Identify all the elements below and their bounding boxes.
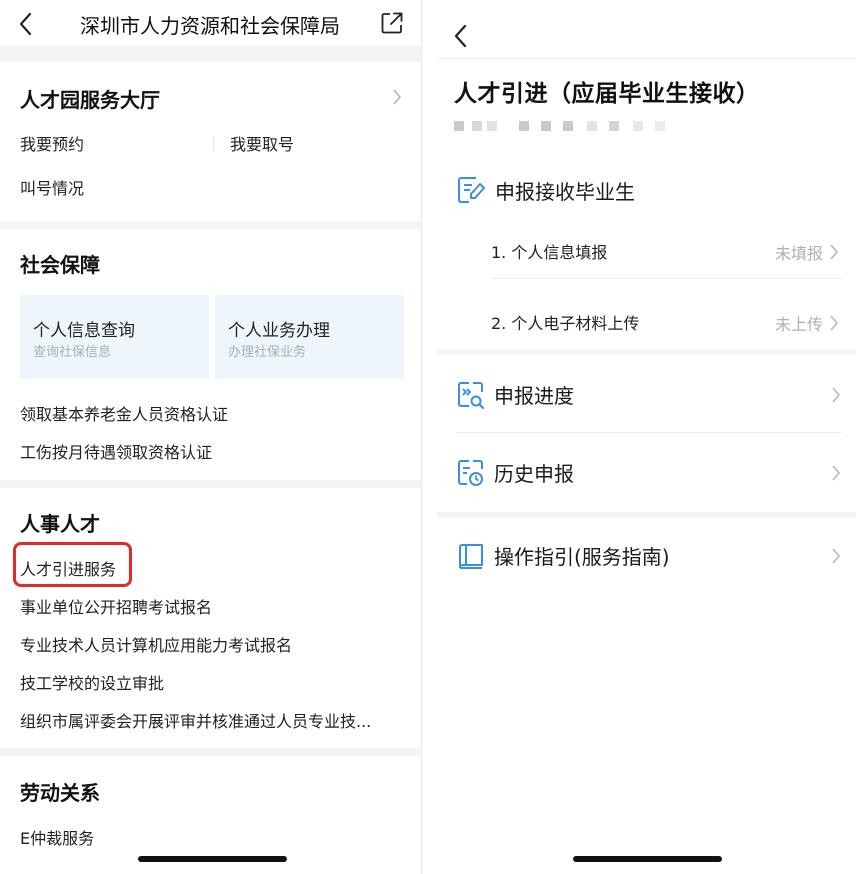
header-divider (437, 58, 856, 59)
injury-certification-link[interactable]: 工伤按月待遇领取资格认证 (20, 439, 212, 463)
chevron-right-icon (832, 387, 841, 403)
talent-introduction-link[interactable]: 人才引进服务 (20, 556, 116, 580)
chevron-right-icon[interactable] (392, 88, 402, 106)
pension-certification-link[interactable]: 领取基本养老金人员资格认证 (20, 401, 228, 425)
chevron-right-icon (832, 465, 841, 481)
history-applications-row[interactable]: 历史申报 (456, 443, 841, 501)
history-label: 历史申报 (494, 462, 574, 486)
card-subtitle: 查询社保信息 (33, 345, 112, 360)
chevron-right-icon (830, 244, 839, 260)
left-screen: 深圳市人力资源和社会保障局 人才园服务大厅 我要预约 我要取号 叫号情况 社会保… (0, 0, 422, 874)
hr-talent-title: 人事人才 (20, 512, 100, 536)
apply-graduates-label: 申报接收毕业生 (495, 180, 635, 204)
row-divider (491, 278, 842, 279)
share-icon[interactable] (380, 11, 404, 35)
book-icon (459, 544, 483, 569)
section-divider (0, 221, 421, 229)
operation-guide-row[interactable]: 操作指引(服务指南) (456, 526, 841, 584)
section-divider (0, 748, 421, 756)
section-divider (437, 349, 856, 355)
section-divider (0, 480, 421, 488)
item-separator (213, 136, 214, 150)
review-committee-link[interactable]: 组织市属评委会开展评审并核准通过人员专业技... (20, 708, 400, 732)
public-recruitment-link[interactable]: 事业单位公开招聘考试报名 (20, 594, 212, 618)
chevron-right-icon (832, 548, 841, 564)
take-number-link[interactable]: 我要取号 (230, 131, 294, 155)
progress-search-icon (458, 382, 485, 410)
chevron-right-icon (830, 315, 839, 331)
right-screen: 人才引进（应届毕业生接收） 申报接收毕业生 1. 个人信息填报 未填报 2. 个… (437, 0, 856, 874)
application-progress-row[interactable]: 申报进度 (456, 365, 841, 423)
card-title: 个人信息查询 (33, 321, 135, 341)
row-divider (456, 432, 842, 433)
talent-hall-title: 人才园服务大厅 (20, 88, 160, 112)
section-divider (437, 512, 856, 518)
make-appointment-link[interactable]: 我要预约 (20, 131, 84, 155)
progress-label: 申报进度 (494, 384, 574, 408)
form-edit-icon (458, 177, 485, 203)
personal-info-query-card[interactable]: 个人信息查询 查询社保信息 (20, 295, 209, 379)
screen-gap (422, 0, 437, 874)
materials-upload-step[interactable]: 2. 个人电子材料上传 未上传 (491, 300, 841, 344)
labor-relations-title: 劳动关系 (20, 781, 100, 805)
section-divider (0, 46, 421, 62)
step-label: 2. 个人电子材料上传 (491, 314, 640, 333)
card-subtitle: 办理社保业务 (228, 345, 307, 360)
computer-exam-link[interactable]: 专业技术人员计算机应用能力考试报名 (20, 632, 292, 656)
header-title: 深圳市人力资源和社会保障局 (80, 14, 340, 38)
back-icon[interactable] (453, 23, 469, 49)
step-status: 未填报 (774, 244, 823, 263)
social-security-title: 社会保障 (20, 253, 100, 277)
call-status-link[interactable]: 叫号情况 (20, 175, 84, 199)
page-title: 人才引进（应届毕业生接收） (454, 81, 760, 107)
card-title: 个人业务办理 (228, 321, 330, 341)
home-indicator[interactable] (138, 856, 287, 862)
personal-info-step[interactable]: 1. 个人信息填报 未填报 (491, 229, 841, 273)
e-arbitration-link[interactable]: E仲裁服务 (20, 825, 94, 849)
step-status: 未上传 (774, 315, 823, 334)
step-label: 1. 个人信息填报 (491, 243, 608, 262)
history-clock-icon (458, 460, 483, 486)
guide-label: 操作指引(服务指南) (494, 545, 670, 569)
personal-business-card[interactable]: 个人业务办理 办理社保业务 (215, 295, 404, 379)
home-indicator[interactable] (573, 856, 722, 862)
technical-school-approval-link[interactable]: 技工学校的设立审批 (20, 670, 164, 694)
back-icon[interactable] (18, 11, 34, 37)
